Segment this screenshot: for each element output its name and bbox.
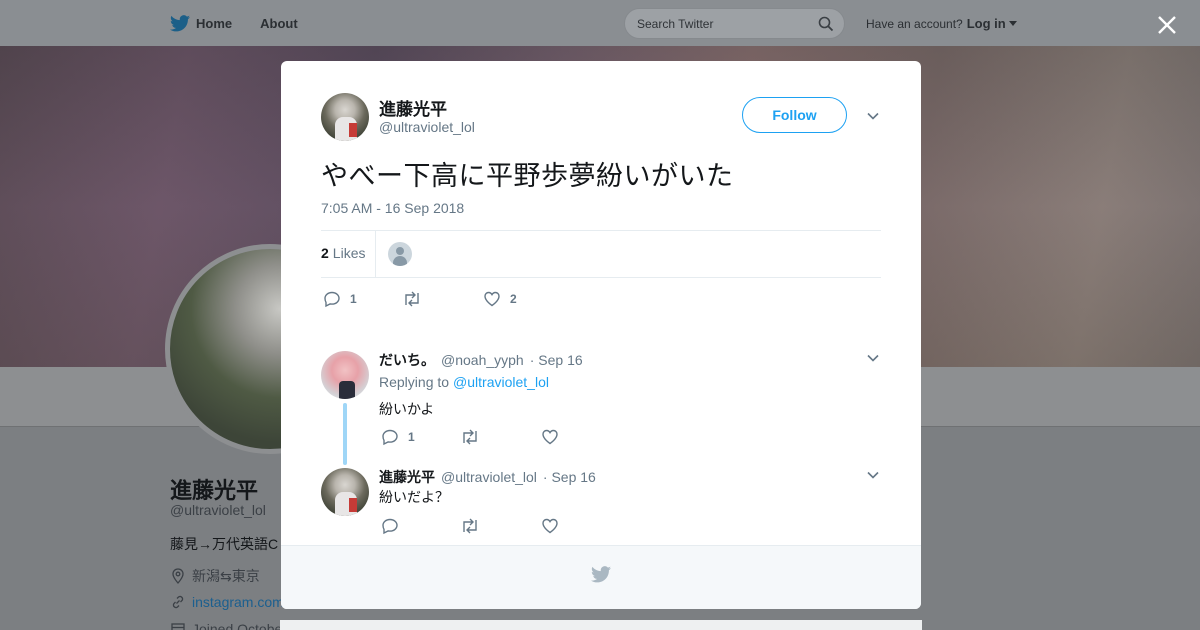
caret-down-icon[interactable]	[1008, 21, 1017, 26]
tweet-modal: 進藤光平 @ultraviolet_lol Follow やべー下高に平野歩夢紛…	[281, 61, 921, 609]
heart-icon	[542, 518, 558, 534]
follow-button[interactable]: Follow	[742, 97, 847, 133]
likes-label: Likes	[332, 245, 366, 261]
reply-author-name[interactable]: だいち。	[379, 350, 435, 370]
retweet-action[interactable]	[460, 428, 480, 446]
search-box[interactable]	[624, 8, 845, 39]
tweet-author-name[interactable]: 進藤光平	[379, 95, 447, 120]
chevron-down-icon[interactable]	[866, 468, 880, 482]
like-action[interactable]	[541, 517, 559, 535]
tweet-timestamp[interactable]: 7:05 AM - 16 Sep 2018	[321, 200, 464, 216]
profile-bio: 藤見→万代英語C	[170, 536, 279, 552]
reply-author-handle[interactable]: @ultraviolet_lol	[441, 469, 537, 485]
heart-icon	[484, 291, 500, 307]
profile-location-row: 新潟⇆東京	[170, 566, 260, 586]
nav-home-label: Home	[196, 15, 233, 31]
reply-action[interactable]	[381, 517, 399, 535]
reply-text: 紛いかよ	[379, 401, 435, 417]
tweet-author-avatar[interactable]	[321, 93, 369, 141]
replying-to-label: Replying to	[379, 374, 450, 390]
profile-name: 進藤光平	[170, 478, 259, 503]
calendar-icon	[171, 623, 185, 630]
reply-date[interactable]: · Sep 16	[543, 469, 596, 485]
chevron-down-icon[interactable]	[866, 109, 880, 123]
link-icon	[172, 595, 184, 609]
search-input[interactable]	[637, 15, 807, 33]
reply-author-handle[interactable]: @noah_yyph	[441, 352, 524, 368]
like-count: 2	[510, 292, 517, 306]
retweet-icon	[463, 518, 477, 534]
reply-header: 進藤光平 @ultraviolet_lol · Sep 16	[379, 467, 596, 487]
profile-location: 新潟⇆東京	[192, 568, 260, 584]
chevron-down-icon[interactable]	[866, 351, 880, 365]
likes-stat[interactable]: 2 Likes	[321, 245, 365, 261]
tweet-author-handle[interactable]: @ultraviolet_lol	[379, 119, 475, 135]
twitter-bird-icon	[591, 566, 611, 583]
reply-icon	[382, 429, 398, 446]
reply-icon	[324, 291, 340, 308]
like-action[interactable]: 2	[483, 290, 517, 308]
retweet-icon	[463, 429, 477, 445]
profile-website-row: instagram.com	[170, 594, 284, 610]
modal-footer	[281, 545, 921, 609]
reply-count: 1	[350, 292, 357, 306]
likes-count: 2	[321, 245, 329, 261]
reply-icon	[382, 518, 398, 535]
reply-action[interactable]: 1	[381, 428, 415, 446]
profile-joined: Joined Octobe	[192, 621, 283, 630]
background-card	[280, 620, 922, 630]
profile-website-link[interactable]: instagram.com	[192, 594, 284, 610]
retweet-action[interactable]	[460, 517, 480, 535]
login-link[interactable]: Log in	[967, 16, 1006, 31]
tweet-text: やべー下高に平野歩夢紛いがいた	[321, 161, 734, 191]
top-navigation-bar: Home About Have an account? Log in	[0, 0, 1200, 46]
like-action[interactable]	[541, 428, 559, 446]
account-prompt: Have an account?	[866, 16, 963, 31]
thread-connector-line	[343, 403, 347, 465]
profile-joined-row: Joined Octobe	[170, 621, 282, 630]
close-icon[interactable]	[1154, 12, 1180, 38]
replying-to-handle-link[interactable]: @ultraviolet_lol	[453, 374, 549, 390]
reply-author-name[interactable]: 進藤光平	[379, 467, 435, 487]
reply-author-avatar[interactable]	[321, 351, 369, 399]
divider	[321, 277, 881, 278]
location-pin-icon	[172, 568, 184, 584]
twitter-bird-icon	[170, 14, 190, 31]
retweet-icon	[405, 291, 419, 307]
reply-header: だいち。 @noah_yyph · Sep 16	[379, 350, 583, 370]
stat-divider	[375, 231, 376, 277]
account-area: Have an account? Log in	[866, 16, 1017, 31]
reply-date[interactable]: · Sep 16	[530, 352, 583, 368]
reply-action[interactable]: 1	[323, 290, 357, 308]
liker-avatar[interactable]	[388, 242, 412, 266]
nav-about-label: About	[260, 15, 298, 31]
divider	[321, 230, 881, 231]
nav-about-link[interactable]: About	[260, 16, 298, 31]
reply-count: 1	[408, 430, 415, 444]
profile-handle: @ultraviolet_lol	[170, 502, 266, 518]
retweet-action[interactable]	[402, 290, 422, 308]
reply-author-avatar[interactable]	[321, 468, 369, 516]
search-icon[interactable]	[818, 16, 834, 32]
reply-text: 紛いだよ？	[379, 489, 449, 505]
replying-to-line: Replying to @ultraviolet_lol	[379, 374, 549, 390]
heart-icon	[542, 429, 558, 445]
nav-home-link[interactable]: Home	[170, 14, 233, 32]
